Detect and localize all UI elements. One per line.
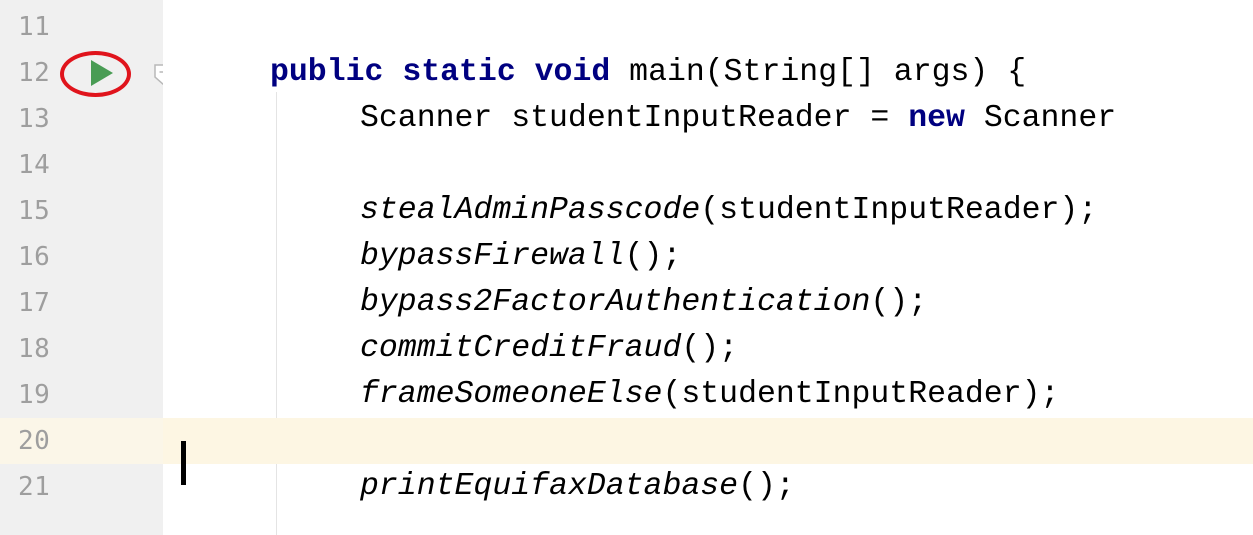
code-line[interactable]: commitCreditFraud(); bbox=[163, 326, 1253, 372]
method-call-token: frameSomeoneElse bbox=[360, 377, 663, 412]
method-call-token: printEquifaxDatabase bbox=[360, 469, 739, 504]
line-number: 18 bbox=[18, 334, 51, 364]
gutter-line: 16 bbox=[0, 234, 163, 280]
code-token: Scanner bbox=[964, 101, 1117, 136]
method-call-token: commitCreditFraud bbox=[360, 331, 682, 366]
code-token: (); bbox=[681, 331, 739, 366]
annotation-circle bbox=[60, 51, 131, 97]
gutter-line: 21 bbox=[0, 464, 163, 510]
code-token: Scanner studentInputReader = bbox=[360, 101, 909, 136]
code-line[interactable]: frameSomeoneElse(studentInputReader); bbox=[163, 372, 1253, 418]
gutter-line: 14 bbox=[0, 142, 163, 188]
method-call-token: stealAdminPasscode bbox=[360, 193, 701, 228]
code-text: commitCreditFraud(); bbox=[360, 326, 738, 372]
text-caret bbox=[181, 441, 186, 485]
code-line[interactable] bbox=[163, 142, 1253, 188]
code-text: frameSomeoneElse(studentInputReader); bbox=[360, 372, 1059, 418]
line-number: 12 bbox=[18, 58, 51, 88]
line-number: 16 bbox=[18, 242, 51, 272]
line-number: 14 bbox=[18, 150, 51, 180]
code-area[interactable]: public static void main(String[] args) {… bbox=[163, 0, 1253, 535]
code-line[interactable] bbox=[163, 4, 1253, 50]
line-number: 20 bbox=[18, 426, 51, 456]
code-line[interactable]: public static void main(String[] args) { bbox=[163, 50, 1253, 96]
line-number: 19 bbox=[18, 380, 51, 410]
method-call-token: bypassFirewall bbox=[360, 239, 625, 274]
code-text: printEquifaxDatabase(); bbox=[360, 464, 795, 510]
gutter-line: 18 bbox=[0, 326, 163, 372]
code-text: public static void main(String[] args) { bbox=[270, 50, 1026, 96]
gutter-line: 19 bbox=[0, 372, 163, 418]
editor-gutter[interactable]: 11 12 13 14 15 16 17 18 19 20 21 bbox=[0, 0, 174, 535]
code-token: (studentInputReader); bbox=[662, 377, 1060, 412]
line-number: 15 bbox=[18, 196, 51, 226]
keyword-token: new bbox=[908, 101, 965, 136]
code-text: bypass2FactorAuthentication(); bbox=[360, 280, 927, 326]
code-line[interactable]: printEquifaxDatabase(); bbox=[163, 464, 1253, 510]
code-line[interactable]: bypass2FactorAuthentication(); bbox=[163, 280, 1253, 326]
code-text: bypassFirewall(); bbox=[360, 234, 681, 280]
code-token: (); bbox=[624, 239, 682, 274]
code-token: (); bbox=[738, 469, 795, 504]
gutter-line: 17 bbox=[0, 280, 163, 326]
method-call-token: bypass2FactorAuthentication bbox=[360, 285, 871, 320]
gutter-line-current: 20 bbox=[0, 418, 163, 464]
line-number: 17 bbox=[18, 288, 51, 318]
code-line[interactable]: stealAdminPasscode(studentInputReader); bbox=[163, 188, 1253, 234]
gutter-line: 11 bbox=[0, 4, 163, 50]
code-text: stealAdminPasscode(studentInputReader); bbox=[360, 188, 1097, 234]
code-token: (); bbox=[870, 285, 928, 320]
gutter-line: 13 bbox=[0, 96, 163, 142]
code-editor[interactable]: 11 12 13 14 15 16 17 18 19 20 21 public … bbox=[0, 0, 1253, 535]
code-text: Scanner studentInputReader = new Scanner bbox=[360, 96, 1116, 142]
code-line[interactable]: Scanner studentInputReader = new Scanner bbox=[163, 96, 1253, 142]
line-number: 21 bbox=[18, 472, 51, 502]
code-line-current[interactable] bbox=[163, 418, 1253, 464]
line-number: 11 bbox=[18, 12, 51, 42]
gutter-line: 15 bbox=[0, 188, 163, 234]
code-token: main(String[] args) { bbox=[610, 55, 1027, 90]
keyword-token: public static void bbox=[270, 55, 611, 90]
code-line[interactable]: bypassFirewall(); bbox=[163, 234, 1253, 280]
code-token: (studentInputReader); bbox=[700, 193, 1098, 228]
line-number: 13 bbox=[18, 104, 51, 134]
